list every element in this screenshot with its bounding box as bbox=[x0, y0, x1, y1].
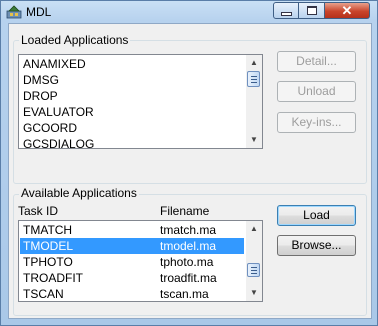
scroll-thumb[interactable] bbox=[247, 71, 260, 87]
unload-button[interactable]: Unload bbox=[277, 81, 356, 102]
load-button[interactable]: Load bbox=[277, 205, 356, 226]
minimize-button[interactable] bbox=[273, 2, 299, 19]
table-row[interactable]: TMATCH tmatch.ma bbox=[20, 222, 244, 238]
minimize-icon bbox=[280, 11, 292, 16]
mdl-window: MDL ✕ Loaded Applications ANAMIXED DMSG … bbox=[0, 0, 378, 326]
list-item[interactable]: EVALUATOR bbox=[20, 104, 244, 120]
window-controls: ✕ bbox=[273, 2, 370, 19]
grip-line bbox=[251, 82, 257, 83]
column-header-task-id[interactable]: Task ID bbox=[18, 204, 58, 218]
close-button[interactable]: ✕ bbox=[325, 2, 370, 19]
available-applications-legend: Available Applications bbox=[19, 186, 139, 200]
maximize-icon bbox=[306, 6, 317, 15]
grip-line bbox=[251, 273, 257, 274]
list-item[interactable]: ANAMIXED bbox=[20, 56, 244, 72]
scroll-down-arrow-icon[interactable]: ▼ bbox=[246, 132, 262, 148]
column-header-filename[interactable]: Filename bbox=[160, 204, 209, 218]
title-bar[interactable]: MDL ✕ bbox=[1, 1, 377, 23]
maximize-button[interactable] bbox=[299, 2, 325, 19]
key-ins-button[interactable]: Key-ins... bbox=[277, 112, 356, 133]
scroll-thumb[interactable] bbox=[247, 263, 260, 277]
grip-line bbox=[251, 79, 257, 80]
table-row[interactable]: TPHOTO tphoto.ma bbox=[20, 254, 244, 270]
browse-button[interactable]: Browse... bbox=[277, 235, 356, 256]
loaded-applications-legend: Loaded Applications bbox=[19, 33, 131, 47]
grip-line bbox=[251, 270, 257, 271]
close-icon: ✕ bbox=[341, 2, 353, 18]
detail-button[interactable]: Detail... bbox=[277, 51, 356, 72]
list-item[interactable]: DMSG bbox=[20, 72, 244, 88]
list-item[interactable]: GCSDIALOG bbox=[20, 136, 244, 148]
scroll-up-arrow-icon[interactable]: ▲ bbox=[246, 221, 262, 237]
table-row-selected[interactable]: TMODEL tmodel.ma bbox=[20, 238, 244, 254]
table-row[interactable]: TROADFIT troadfit.ma bbox=[20, 270, 244, 286]
loaded-list-scrollbar[interactable]: ▲ ▼ bbox=[246, 55, 262, 148]
table-row[interactable]: TSCAN tscan.ma bbox=[20, 286, 244, 301]
mdl-app-icon bbox=[6, 5, 22, 19]
grip-line bbox=[251, 267, 257, 268]
scroll-up-arrow-icon[interactable]: ▲ bbox=[246, 55, 262, 71]
grip-line bbox=[251, 76, 257, 77]
list-item[interactable]: DROP bbox=[20, 88, 244, 104]
list-item[interactable]: GCOORD bbox=[20, 120, 244, 136]
scroll-down-arrow-icon[interactable]: ▼ bbox=[246, 285, 262, 301]
available-applications-list[interactable]: TMATCH tmatch.ma TMODEL tmodel.ma TPHOTO… bbox=[18, 220, 263, 302]
dialog-client-area: Loaded Applications ANAMIXED DMSG DROP E… bbox=[8, 23, 372, 319]
window-title: MDL bbox=[26, 5, 52, 19]
available-list-scrollbar[interactable]: ▲ ▼ bbox=[246, 221, 262, 301]
loaded-applications-list[interactable]: ANAMIXED DMSG DROP EVALUATOR GCOORD GCSD… bbox=[18, 54, 263, 149]
